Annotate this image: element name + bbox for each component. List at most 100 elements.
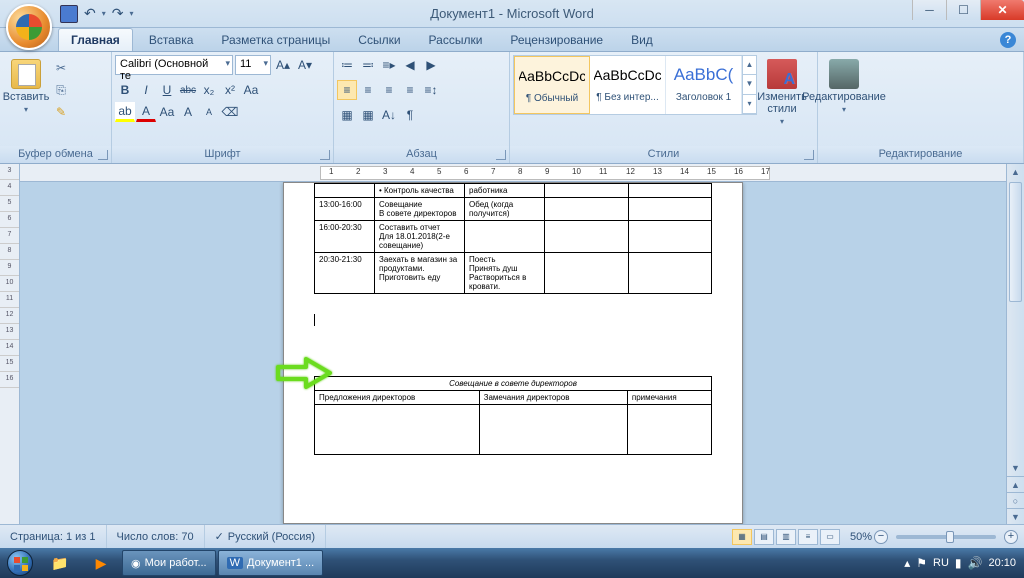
- table-cell[interactable]: Обед (когда получится): [465, 198, 545, 221]
- paragraph-launcher[interactable]: [496, 150, 506, 160]
- tray-clock[interactable]: 20:10: [988, 557, 1016, 569]
- gallery-up[interactable]: ▲: [743, 56, 756, 75]
- status-page[interactable]: Страница: 1 из 1: [0, 525, 107, 548]
- zoom-in-button[interactable]: +: [1004, 530, 1018, 544]
- horizontal-ruler[interactable]: 1234567891011121314151617: [20, 164, 1006, 182]
- maximize-button[interactable]: ☐: [946, 0, 980, 20]
- zoom-value[interactable]: 50%: [850, 531, 872, 543]
- qat-save-icon[interactable]: [60, 5, 78, 23]
- tab-page-layout[interactable]: Разметка страницы: [209, 29, 342, 51]
- taskbar-app-chrome[interactable]: ◉Мои работ...: [122, 550, 216, 576]
- status-language[interactable]: ✓Русский (Россия): [205, 525, 327, 548]
- clipboard-launcher[interactable]: [98, 150, 108, 160]
- numbering-button[interactable]: ≕: [358, 55, 378, 75]
- browse-object-icon[interactable]: ○: [1007, 492, 1024, 508]
- zoom-out-button[interactable]: −: [874, 530, 888, 544]
- copy-icon[interactable]: [51, 81, 71, 99]
- find-button[interactable]: Редактирование ▾: [821, 55, 867, 114]
- align-left-button[interactable]: ≡: [337, 80, 357, 100]
- scroll-down-icon[interactable]: ▼: [1007, 460, 1024, 476]
- table-cell[interactable]: Составить отчетДля 18.01.2018(2-е совеща…: [375, 221, 465, 253]
- table-cell[interactable]: 20:30-21:30: [315, 253, 375, 294]
- table-cell[interactable]: 16:00-20:30: [315, 221, 375, 253]
- borders-button[interactable]: ▦: [358, 105, 378, 125]
- tab-mailings[interactable]: Рассылки: [417, 29, 495, 51]
- schedule-table[interactable]: • Контроль качестваработника13:00-16:00С…: [314, 183, 712, 294]
- scroll-up-icon[interactable]: ▲: [1007, 164, 1024, 180]
- table-cell[interactable]: [545, 198, 629, 221]
- document-page[interactable]: • Контроль качестваработника13:00-16:00С…: [283, 182, 743, 524]
- strike-button[interactable]: abc: [178, 80, 198, 100]
- table-cell[interactable]: [628, 221, 712, 253]
- change-case-button[interactable]: Aa: [241, 80, 261, 100]
- sort-button[interactable]: A↓: [379, 105, 399, 125]
- view-print-layout[interactable]: ▦: [732, 529, 752, 545]
- table-cell[interactable]: [545, 221, 629, 253]
- scroll-thumb[interactable]: [1009, 182, 1022, 302]
- qat-redo-icon[interactable]: ↷: [112, 5, 124, 22]
- table-cell[interactable]: [628, 198, 712, 221]
- view-draft[interactable]: ▭: [820, 529, 840, 545]
- view-web[interactable]: ▥: [776, 529, 796, 545]
- change-case2-button[interactable]: Aa: [157, 102, 177, 122]
- styles-launcher[interactable]: [804, 150, 814, 160]
- text-cursor[interactable]: [314, 314, 712, 326]
- underline-button[interactable]: U: [157, 80, 177, 100]
- table-cell[interactable]: [465, 221, 545, 253]
- italic-button[interactable]: I: [136, 80, 156, 100]
- table-cell[interactable]: Заехать в магазин за продуктами.Приготов…: [375, 253, 465, 294]
- font-size-combo[interactable]: 11: [235, 55, 271, 75]
- pinned-media-icon[interactable]: ▶: [81, 549, 121, 577]
- format-painter-icon[interactable]: [51, 103, 71, 121]
- shrink-font2[interactable]: A: [199, 102, 219, 122]
- zoom-slider[interactable]: [896, 535, 996, 539]
- gallery-down[interactable]: ▼: [743, 75, 756, 94]
- tab-home[interactable]: Главная: [58, 28, 133, 51]
- style-heading1[interactable]: AaBbC( Заголовок 1: [666, 56, 742, 114]
- show-marks-button[interactable]: ¶: [400, 105, 420, 125]
- line-spacing-button[interactable]: ≡↕: [421, 80, 441, 100]
- table-cell[interactable]: СовещаниеВ совете директоров: [375, 198, 465, 221]
- close-button[interactable]: ✕: [980, 0, 1024, 20]
- help-icon[interactable]: ?: [1000, 32, 1016, 48]
- change-styles-button[interactable]: Изменить стили ▾: [759, 55, 805, 126]
- style-normal[interactable]: AaBbCcDc ¶ Обычный: [514, 56, 590, 114]
- shrink-font-button[interactable]: A▾: [295, 55, 315, 75]
- tray-flag-icon[interactable]: ⚑: [916, 556, 927, 570]
- font-name-combo[interactable]: Calibri (Основной те: [115, 55, 233, 75]
- tab-references[interactable]: Ссылки: [346, 29, 412, 51]
- view-full-screen[interactable]: ▤: [754, 529, 774, 545]
- vertical-scrollbar[interactable]: ▲ ▼ ▲ ○ ▼: [1006, 164, 1024, 524]
- increase-indent-button[interactable]: ▶: [421, 55, 441, 75]
- style-gallery[interactable]: AaBbCcDc ¶ Обычный AaBbCcDc ¶ Без интер.…: [513, 55, 757, 115]
- next-page-icon[interactable]: ▼: [1007, 508, 1024, 524]
- tab-review[interactable]: Рецензирование: [498, 29, 615, 51]
- bold-button[interactable]: B: [115, 80, 135, 100]
- pinned-explorer-icon[interactable]: 📁: [40, 549, 80, 577]
- qat-undo-icon[interactable]: ↶: [84, 5, 96, 22]
- table-cell[interactable]: • Контроль качества: [375, 184, 465, 198]
- tray-volume-icon[interactable]: 🔊: [968, 556, 983, 570]
- tray-network-icon[interactable]: ▮: [955, 556, 962, 570]
- gallery-more[interactable]: ▾: [743, 95, 756, 114]
- cut-icon[interactable]: [51, 59, 71, 77]
- prev-page-icon[interactable]: ▲: [1007, 476, 1024, 492]
- align-right-button[interactable]: ≡: [379, 80, 399, 100]
- tray-up-icon[interactable]: ▴: [904, 556, 910, 570]
- bullets-button[interactable]: ≔: [337, 55, 357, 75]
- grow-font2[interactable]: A: [178, 102, 198, 122]
- table-cell[interactable]: [628, 253, 712, 294]
- subscript-button[interactable]: x₂: [199, 80, 219, 100]
- table-cell[interactable]: [315, 184, 375, 198]
- table-cell[interactable]: [628, 184, 712, 198]
- align-center-button[interactable]: ≡: [358, 80, 378, 100]
- superscript-button[interactable]: x²: [220, 80, 240, 100]
- taskbar-app-word[interactable]: WДокумент1 ...: [218, 550, 324, 576]
- font-launcher[interactable]: [320, 150, 330, 160]
- status-words[interactable]: Число слов: 70: [107, 525, 205, 548]
- table-cell[interactable]: работника: [465, 184, 545, 198]
- tray-language[interactable]: RU: [933, 557, 949, 569]
- view-outline[interactable]: ≡: [798, 529, 818, 545]
- tab-view[interactable]: Вид: [619, 29, 665, 51]
- minimize-button[interactable]: ─: [912, 0, 946, 20]
